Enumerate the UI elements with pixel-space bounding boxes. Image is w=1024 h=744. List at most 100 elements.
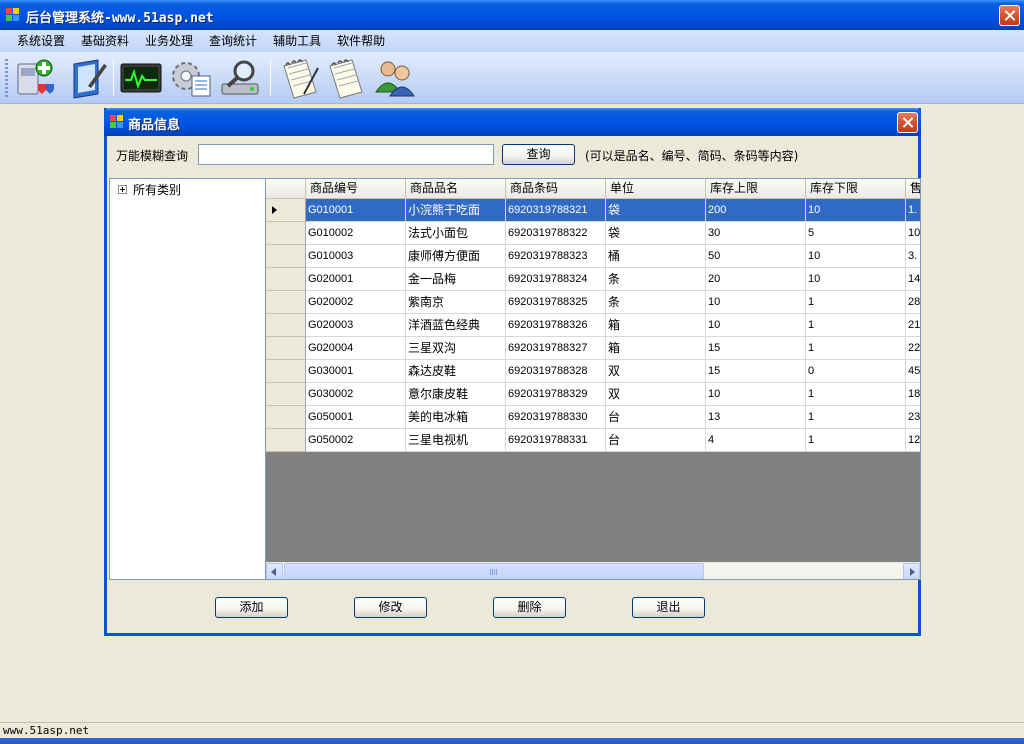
column-header[interactable]: 商品条码 (506, 179, 606, 199)
cell-stock-min[interactable]: 5 (806, 222, 906, 245)
menu-help[interactable]: 软件帮助 (329, 30, 393, 52)
row-header[interactable] (266, 222, 306, 245)
cell-unit[interactable]: 双 (606, 383, 706, 406)
cell-barcode[interactable]: 6920319788329 (506, 383, 606, 406)
cell-product-name[interactable]: 小浣熊干吃面 (406, 199, 506, 222)
toolbar-install-button[interactable] (12, 56, 58, 100)
cell-stock-min[interactable]: 10 (806, 245, 906, 268)
table-row[interactable]: G020002 紫南京 6920319788325 条 10 1 28 (266, 291, 920, 314)
cell-stock-max[interactable]: 20 (706, 268, 806, 291)
row-header[interactable] (266, 291, 306, 314)
cell-stock-min[interactable]: 0 (806, 360, 906, 383)
query-button[interactable]: 查询 (502, 144, 575, 165)
row-header[interactable] (266, 245, 306, 268)
row-header[interactable] (266, 268, 306, 291)
cell-barcode[interactable]: 6920319788331 (506, 429, 606, 452)
toolbar-monitor-button[interactable] (118, 56, 164, 100)
toolbar-notepad-button[interactable] (322, 56, 368, 100)
cell-stock-max[interactable]: 4 (706, 429, 806, 452)
delete-button[interactable]: 删除 (493, 597, 566, 618)
cell-barcode[interactable]: 6920319788321 (506, 199, 606, 222)
cell-product-name[interactable]: 三星电视机 (406, 429, 506, 452)
table-row[interactable]: G050001 美的电冰箱 6920319788330 台 13 1 23 (266, 406, 920, 429)
exit-button[interactable]: 退出 (632, 597, 705, 618)
cell-price[interactable]: 28 (906, 291, 920, 314)
cell-unit[interactable]: 桶 (606, 245, 706, 268)
table-row[interactable]: G010003 康师傅方便面 6920319788323 桶 50 10 3. (266, 245, 920, 268)
cell-price[interactable]: 12 (906, 429, 920, 452)
cell-product-code[interactable]: G050002 (306, 429, 406, 452)
cell-product-name[interactable]: 意尔康皮鞋 (406, 383, 506, 406)
cell-product-code[interactable]: G020002 (306, 291, 406, 314)
cell-price[interactable]: 22 (906, 337, 920, 360)
table-row[interactable]: G030002 意尔康皮鞋 6920319788329 双 10 1 18 (266, 383, 920, 406)
search-input[interactable] (198, 144, 494, 165)
cell-barcode[interactable]: 6920319788325 (506, 291, 606, 314)
close-icon[interactable] (999, 5, 1020, 26)
menu-basic-data[interactable]: 基础资料 (73, 30, 137, 52)
cell-price[interactable]: 18 (906, 383, 920, 406)
cell-product-name[interactable]: 森达皮鞋 (406, 360, 506, 383)
cell-barcode[interactable]: 6920319788322 (506, 222, 606, 245)
cell-stock-min[interactable]: 1 (806, 383, 906, 406)
cell-barcode[interactable]: 6920319788323 (506, 245, 606, 268)
row-header[interactable] (266, 360, 306, 383)
table-row[interactable]: G020001 金一品梅 6920319788324 条 20 10 14 (266, 268, 920, 291)
cell-stock-max[interactable]: 200 (706, 199, 806, 222)
cell-product-name[interactable]: 法式小面包 (406, 222, 506, 245)
menu-query-stats[interactable]: 查询统计 (201, 30, 265, 52)
column-header[interactable]: 商品品名 (406, 179, 506, 199)
table-row[interactable]: G020004 三星双沟 6920319788327 箱 15 1 22 (266, 337, 920, 360)
cell-stock-max[interactable]: 10 (706, 291, 806, 314)
scrollbar-thumb[interactable] (284, 563, 704, 579)
horizontal-scrollbar[interactable] (266, 562, 920, 579)
cell-product-name[interactable]: 三星双沟 (406, 337, 506, 360)
column-header[interactable]: 库存上限 (706, 179, 806, 199)
cell-barcode[interactable]: 6920319788326 (506, 314, 606, 337)
cell-product-name[interactable]: 美的电冰箱 (406, 406, 506, 429)
cell-stock-max[interactable]: 50 (706, 245, 806, 268)
column-header[interactable]: 单位 (606, 179, 706, 199)
column-header[interactable]: 商品编号 (306, 179, 406, 199)
cell-stock-max[interactable]: 13 (706, 406, 806, 429)
menu-business[interactable]: 业务处理 (137, 30, 201, 52)
cell-stock-min[interactable]: 10 (806, 268, 906, 291)
cell-price[interactable]: 10 (906, 222, 920, 245)
cell-unit[interactable]: 箱 (606, 314, 706, 337)
menu-system-settings[interactable]: 系统设置 (9, 30, 73, 52)
cell-product-code[interactable]: G010003 (306, 245, 406, 268)
cell-stock-max[interactable]: 10 (706, 383, 806, 406)
column-header[interactable]: 库存下限 (806, 179, 906, 199)
scroll-left-icon[interactable] (266, 563, 283, 579)
table-row[interactable]: G010001 小浣熊干吃面 6920319788321 袋 200 10 1. (266, 199, 920, 222)
cell-barcode[interactable]: 6920319788328 (506, 360, 606, 383)
cell-product-name[interactable]: 紫南京 (406, 291, 506, 314)
cell-product-code[interactable]: G020001 (306, 268, 406, 291)
cell-price[interactable]: 3. (906, 245, 920, 268)
tree-node-all-categories[interactable]: 所有类别 (118, 181, 181, 198)
cell-product-code[interactable]: G030001 (306, 360, 406, 383)
row-header[interactable] (266, 314, 306, 337)
table-row[interactable]: G050002 三星电视机 6920319788331 台 4 1 12 (266, 429, 920, 452)
table-row[interactable]: G010002 法式小面包 6920319788322 袋 30 5 10 (266, 222, 920, 245)
expand-icon[interactable] (118, 185, 127, 194)
cell-price[interactable]: 23 (906, 406, 920, 429)
add-button[interactable]: 添加 (215, 597, 288, 618)
cell-product-code[interactable]: G020003 (306, 314, 406, 337)
cell-unit[interactable]: 双 (606, 360, 706, 383)
toolbar-settings-button[interactable] (168, 56, 214, 100)
cell-unit[interactable]: 袋 (606, 222, 706, 245)
cell-stock-max[interactable]: 10 (706, 314, 806, 337)
cell-stock-min[interactable]: 1 (806, 406, 906, 429)
cell-stock-min[interactable]: 10 (806, 199, 906, 222)
cell-stock-max[interactable]: 15 (706, 337, 806, 360)
table-row[interactable]: G020003 洋酒蓝色经典 6920319788326 箱 10 1 21 (266, 314, 920, 337)
cell-product-code[interactable]: G020004 (306, 337, 406, 360)
cell-stock-max[interactable]: 15 (706, 360, 806, 383)
cell-unit[interactable]: 箱 (606, 337, 706, 360)
cell-stock-min[interactable]: 1 (806, 314, 906, 337)
menu-tools[interactable]: 辅助工具 (265, 30, 329, 52)
cell-barcode[interactable]: 6920319788330 (506, 406, 606, 429)
toolbar-users-button[interactable] (372, 56, 418, 100)
scroll-right-icon[interactable] (903, 563, 920, 579)
